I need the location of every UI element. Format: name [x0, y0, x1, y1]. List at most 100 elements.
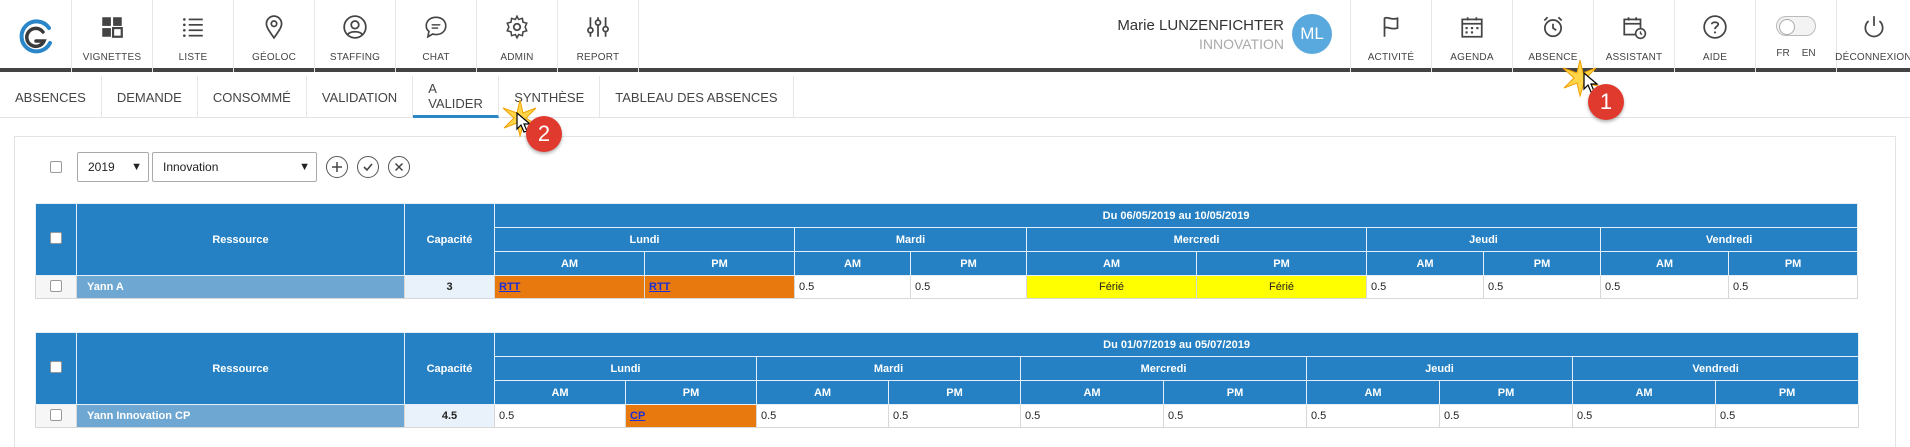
- slot-mercredi-am: 0.5: [1020, 404, 1164, 428]
- capacity-value: 3: [404, 275, 495, 299]
- tab-consomme[interactable]: CONSOMMÉ: [198, 76, 307, 118]
- slot-mardi-pm: 0.5: [888, 404, 1021, 428]
- header-checkbox[interactable]: [50, 232, 62, 244]
- header-pm: PM: [1727, 251, 1859, 276]
- question-circle-icon: [1703, 15, 1727, 39]
- header-am: AM: [494, 251, 645, 276]
- slot-lundi-pm[interactable]: RTT: [644, 275, 795, 299]
- header-capacity: Capacité: [404, 203, 495, 276]
- header-am: AM: [1306, 380, 1440, 405]
- nav-label: LISTE: [178, 52, 208, 63]
- nav-label: DÉCONNEXION: [1835, 52, 1910, 63]
- header-period: Du 06/05/2019 au 10/05/2019: [493, 203, 1859, 228]
- nav-aide[interactable]: AIDE: [1674, 0, 1755, 72]
- resource-name: Yann A: [76, 275, 405, 299]
- header-pm: PM: [1439, 380, 1573, 405]
- row-checkbox[interactable]: [50, 408, 62, 421]
- select-all-checkbox[interactable]: [50, 161, 62, 173]
- logo-icon: [19, 19, 52, 54]
- language-switch[interactable]: FR EN: [1755, 0, 1836, 72]
- tab-a-valider[interactable]: A VALIDER: [413, 76, 500, 118]
- slot-vendredi-pm: 0.5: [1727, 275, 1859, 299]
- header-select: [35, 203, 77, 276]
- user-profile[interactable]: Marie LUNZENFICHTER INNOVATION ML: [1117, 0, 1350, 68]
- chevron-down-icon: ▼: [299, 161, 310, 173]
- lang-fr[interactable]: FR: [1776, 48, 1789, 59]
- avatar[interactable]: ML: [1292, 14, 1332, 54]
- nav-label: VIGNETTES: [82, 52, 142, 63]
- nav-report[interactable]: REPORT: [558, 0, 639, 72]
- language-toggle[interactable]: [1776, 16, 1816, 36]
- header-day-vendredi: Vendredi: [1571, 356, 1860, 381]
- power-icon: [1863, 16, 1884, 38]
- header-am: AM: [756, 380, 889, 405]
- tab-tableau-des-absences[interactable]: TABLEAU DES ABSENCES: [600, 76, 794, 118]
- header-am: AM: [1020, 380, 1164, 405]
- nav-agenda[interactable]: AGENDA: [1431, 0, 1512, 72]
- header-pm: PM: [1483, 251, 1601, 276]
- tab-validation[interactable]: VALIDATION: [307, 76, 414, 118]
- nav-staffing[interactable]: STAFFING: [315, 0, 396, 72]
- slot-mardi-pm: 0.5: [910, 275, 1027, 299]
- slot-mardi-am: 0.5: [794, 275, 911, 299]
- slot-jeudi-am: 0.5: [1366, 275, 1484, 299]
- nav-assistant[interactable]: ASSISTANT: [1593, 0, 1674, 72]
- nav-label: AIDE: [1702, 52, 1728, 63]
- nav-label: ACTIVITÉ: [1367, 52, 1415, 63]
- calendar-clock-icon: [1623, 17, 1647, 40]
- table-row: Yann A 3 RTT RTT 0.5 0.5 Férié Férié 0.5…: [35, 275, 1859, 299]
- header-resource: Ressource: [76, 332, 405, 405]
- header-pm: PM: [1196, 251, 1367, 276]
- nav-deconnexion[interactable]: DÉCONNEXION: [1835, 0, 1910, 72]
- header-capacity: Capacité: [404, 332, 495, 405]
- slot-mercredi-pm: 0.5: [1163, 404, 1307, 428]
- slot-lundi-am[interactable]: RTT: [494, 275, 645, 299]
- nav-admin[interactable]: ADMIN: [477, 0, 558, 72]
- lang-en[interactable]: EN: [1802, 48, 1816, 59]
- slot-vendredi-am: 0.5: [1600, 275, 1729, 299]
- nav-geoloc[interactable]: GÉOLOC: [234, 0, 315, 72]
- header-select: [35, 332, 77, 405]
- slot-mercredi-am: Férié: [1026, 275, 1197, 299]
- capacity-value: 4.5: [404, 404, 495, 428]
- slot-vendredi-am: 0.5: [1572, 404, 1716, 428]
- slot-mardi-am: 0.5: [756, 404, 889, 428]
- tab-absences[interactable]: ABSENCES: [0, 76, 102, 118]
- list-icon: [183, 18, 203, 37]
- nav-activite[interactable]: ACTIVITÉ: [1350, 0, 1431, 72]
- tab-demande[interactable]: DEMANDE: [102, 76, 198, 118]
- row-checkbox[interactable]: [50, 279, 62, 292]
- nav-label: STAFFING: [329, 52, 381, 63]
- add-button[interactable]: [326, 156, 348, 178]
- nav-label: REPORT: [576, 52, 620, 63]
- nav-vignettes[interactable]: VIGNETTES: [72, 0, 153, 72]
- header-checkbox[interactable]: [50, 361, 62, 373]
- user-organization: INNOVATION: [1198, 35, 1284, 52]
- approve-button[interactable]: [357, 156, 379, 178]
- slot-jeudi-pm: 0.5: [1439, 404, 1573, 428]
- resource-name: Yann Innovation CP: [76, 404, 405, 428]
- nav-liste[interactable]: LISTE: [153, 0, 234, 72]
- absence-link[interactable]: RTT: [649, 281, 670, 293]
- header-resource: Ressource: [76, 203, 405, 276]
- header-day-mardi: Mardi: [794, 227, 1027, 252]
- nav-chat[interactable]: CHAT: [396, 0, 477, 72]
- nav-label: CHAT: [422, 52, 450, 63]
- validation-table-1: Ressource Capacité Du 06/05/2019 au 10/0…: [35, 203, 1859, 299]
- chevron-down-icon: ▼: [131, 161, 142, 173]
- app-logo[interactable]: [0, 0, 72, 72]
- reject-button[interactable]: [388, 156, 410, 178]
- absence-link[interactable]: CP: [630, 410, 645, 422]
- team-select[interactable]: Innovation ▼: [152, 152, 317, 182]
- header-pm: PM: [910, 251, 1027, 276]
- header-day-mercredi: Mercredi: [1026, 227, 1367, 252]
- absence-link[interactable]: RTT: [499, 281, 520, 293]
- header-day-jeudi: Jeudi: [1306, 356, 1573, 381]
- year-select[interactable]: 2019 ▼: [77, 152, 149, 182]
- slot-lundi-pm[interactable]: CP: [625, 404, 757, 428]
- alarm-clock-icon: [1543, 16, 1563, 38]
- grid-icon: [102, 17, 123, 38]
- language-labels: FR EN: [1776, 48, 1815, 59]
- header-day-jeudi: Jeudi: [1366, 227, 1601, 252]
- check-icon: [363, 163, 373, 172]
